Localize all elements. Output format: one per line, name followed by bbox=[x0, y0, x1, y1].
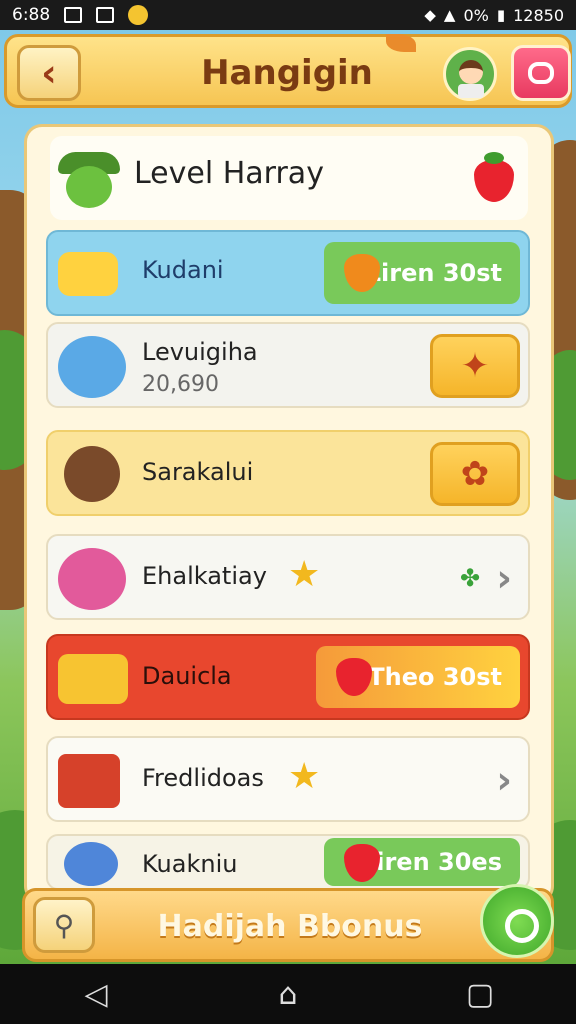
row-label: Ehalkatiay bbox=[142, 562, 267, 590]
panel-title: Level Harray bbox=[134, 156, 324, 191]
flower-icon: ✿ bbox=[460, 454, 490, 494]
row-count: 20,690 bbox=[142, 372, 219, 397]
row-label: Kudani bbox=[142, 256, 224, 284]
bonus-title[interactable]: Hadijah Bbonus bbox=[105, 909, 475, 944]
mushroom-icon bbox=[64, 842, 118, 886]
chevron-left-icon: ‹ bbox=[41, 51, 57, 95]
top-header: ‹ Hangigin bbox=[4, 34, 572, 108]
buy-button[interactable]: Liren 30es bbox=[324, 838, 520, 886]
coins-pink-icon bbox=[58, 548, 126, 610]
pill-label: Liren 30st bbox=[365, 259, 502, 287]
chevron-right-icon[interactable]: › bbox=[496, 556, 512, 600]
list-item-sarakalui[interactable]: Sarakalui ✿ bbox=[46, 430, 530, 516]
status-time: 6:88 bbox=[12, 5, 51, 25]
status-bar: 6:88 ◆ ▲ 0% ▮ 12850 bbox=[0, 0, 576, 30]
avatar-face bbox=[459, 60, 483, 84]
list-item-fredlidoas[interactable]: Fredlidoas ★ › bbox=[46, 736, 530, 822]
back-button[interactable]: ‹ bbox=[17, 45, 81, 101]
girl-avatar-icon bbox=[64, 446, 120, 502]
battery-percent: 0% bbox=[463, 5, 489, 25]
battery-icon: ▮ bbox=[496, 6, 506, 24]
page-title: Hangigin bbox=[201, 53, 373, 93]
list-item-ehalkatiay[interactable]: Ehalkatiay ★ ✤ › bbox=[46, 534, 530, 620]
frog-icon bbox=[58, 152, 120, 210]
list-item-dauicla[interactable]: Dauicla Theo 30st bbox=[46, 634, 530, 720]
chat-button[interactable] bbox=[511, 45, 571, 101]
back-triangle-icon[interactable]: ◁ bbox=[76, 977, 116, 1012]
action-button[interactable]: ✦ bbox=[430, 334, 520, 398]
system-nav-bar: ◁ ⌂ ▢ bbox=[0, 964, 576, 1024]
go-button[interactable] bbox=[480, 884, 554, 958]
pill-label: Theo 30st bbox=[368, 663, 502, 691]
list-item-kudani[interactable]: Kudani Liren 30st bbox=[46, 230, 530, 316]
pill-label: Liren 30es bbox=[360, 848, 502, 876]
home-icon[interactable]: ⌂ bbox=[268, 977, 308, 1012]
gold-coins-icon bbox=[58, 654, 128, 704]
search-icon: ⚲ bbox=[53, 908, 75, 942]
notification-icon bbox=[64, 7, 83, 23]
action-button[interactable]: ✿ bbox=[430, 442, 520, 506]
notification-icon-2 bbox=[96, 7, 115, 23]
wifi-icon: ◆ bbox=[424, 6, 436, 24]
row-label: Dauicla bbox=[142, 662, 232, 690]
buy-button[interactable]: Theo 30st bbox=[316, 646, 520, 708]
status-clock: 12850 bbox=[513, 5, 564, 25]
apple-icon bbox=[336, 658, 372, 696]
row-label: Fredlidoas bbox=[142, 764, 264, 792]
bottom-bar: ⚲ Hadijah Bbonus bbox=[22, 888, 554, 962]
star-icon: ★ bbox=[288, 756, 321, 797]
horn-icon bbox=[58, 252, 118, 296]
avatar[interactable] bbox=[443, 47, 497, 101]
chevron-right-icon[interactable]: › bbox=[496, 758, 512, 802]
recents-icon[interactable]: ▢ bbox=[460, 977, 500, 1012]
avatar-body bbox=[458, 84, 484, 98]
list-item-levuigiha[interactable]: Levuigiha 20,690 ✦ bbox=[46, 322, 530, 408]
emoji-icon bbox=[128, 5, 149, 25]
star-outline-icon: ✦ bbox=[460, 346, 490, 386]
apple-icon bbox=[344, 844, 380, 882]
bird-icon bbox=[58, 336, 126, 398]
gift-box-icon bbox=[58, 754, 120, 808]
list-item-kuakniu[interactable]: Kuakniu Liren 30es bbox=[46, 834, 530, 890]
clover-icon: ✤ bbox=[460, 564, 481, 592]
signal-icon: ▲ bbox=[443, 6, 456, 24]
row-label: Kuakniu bbox=[142, 850, 238, 878]
row-label: Sarakalui bbox=[142, 458, 254, 486]
row-label: Levuigiha bbox=[142, 338, 258, 366]
star-icon: ★ bbox=[288, 554, 321, 595]
buy-button[interactable]: Liren 30st bbox=[324, 242, 520, 304]
search-button[interactable]: ⚲ bbox=[33, 897, 95, 953]
chat-icon bbox=[528, 62, 554, 84]
